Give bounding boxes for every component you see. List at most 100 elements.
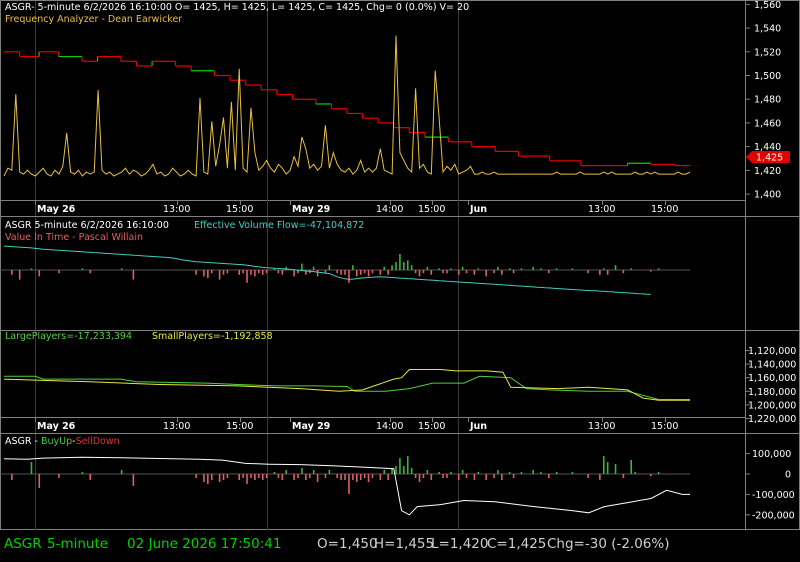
buyup-tick-label: -200,000	[752, 510, 795, 521]
status-interval: 5-minute	[47, 536, 109, 552]
histogram-bar	[367, 270, 370, 277]
histogram-bar	[81, 268, 84, 270]
histogram-bar	[395, 466, 397, 474]
histogram-bar	[308, 474, 311, 478]
histogram-bar	[218, 474, 221, 482]
histogram-bar	[340, 474, 342, 480]
histogram-bar	[328, 265, 331, 270]
histogram-bar	[540, 472, 542, 474]
players-tick-label: 1,220,000	[748, 414, 796, 425]
histogram-bar	[403, 466, 405, 474]
histogram-bar	[657, 268, 660, 270]
histogram-bar	[599, 474, 601, 480]
players-series	[3, 369, 690, 401]
histogram-bar	[379, 474, 382, 480]
large-players-line	[4, 375, 690, 400]
histogram-bar	[548, 270, 550, 274]
histogram-bar	[81, 472, 84, 474]
histogram-bar	[30, 462, 33, 474]
histogram-bar	[301, 468, 303, 474]
histogram-bar	[356, 474, 358, 482]
players-tick-label: 1,120,000	[748, 346, 796, 357]
histogram-bar	[501, 270, 503, 275]
buyup-tick-label: -100,000	[752, 490, 795, 501]
histogram-bar	[371, 474, 374, 478]
histogram-bar	[218, 270, 221, 280]
price-series	[4, 51, 690, 167]
histogram-bar	[430, 270, 433, 275]
histogram-bar	[210, 270, 213, 274]
histogram-bar	[399, 458, 401, 474]
histogram-bar	[414, 474, 417, 478]
histogram-bar	[340, 270, 342, 275]
histogram-bar	[630, 268, 632, 270]
time-tick-label: 14:00	[376, 204, 403, 215]
histogram-bar	[348, 270, 350, 283]
status-bar: ASGR 5-minute 02 June 2026 17:50:41 O=1,…	[0, 530, 800, 562]
histogram-bar	[614, 464, 617, 474]
histogram-bar	[195, 270, 197, 275]
histogram-bar	[281, 270, 284, 275]
panel2-indicator-title: Value In Time - Pascal Willain	[5, 232, 143, 243]
histogram-bar	[277, 474, 280, 478]
histogram-bar	[461, 266, 464, 270]
histogram-bar	[238, 474, 240, 480]
histogram-bar	[403, 262, 405, 270]
price-tick-label: 1,480	[754, 95, 781, 106]
histogram-bar	[485, 270, 487, 277]
time-tick-label: 13:00	[588, 204, 615, 215]
histogram-bar	[336, 270, 338, 274]
time-tick-label: May 26	[37, 204, 76, 215]
histogram-bar	[395, 262, 397, 270]
histogram-bar	[520, 472, 523, 474]
buyup-selldown-series	[3, 456, 690, 516]
histogram-bar	[387, 474, 389, 480]
histogram-bar	[532, 470, 534, 474]
histogram-bar	[457, 270, 460, 275]
buyup-selldown-histogram	[0, 456, 690, 494]
histogram-bar	[426, 266, 429, 270]
histogram-bar	[226, 270, 229, 274]
histogram-bar	[512, 270, 515, 274]
histogram-bar	[11, 270, 13, 275]
histogram-bar	[195, 474, 197, 478]
histogram-bar	[422, 270, 425, 274]
histogram-bar	[497, 470, 499, 474]
histogram-bar	[261, 474, 264, 480]
histogram-bar	[442, 474, 444, 478]
histogram-bar	[501, 474, 503, 480]
histogram-bar	[265, 474, 268, 478]
histogram-bar	[548, 474, 550, 478]
price-tick-label: 1,420	[754, 166, 781, 177]
histogram-bar	[207, 270, 209, 278]
histogram-bar	[363, 474, 366, 478]
histogram-bar	[387, 270, 389, 275]
players-axis: 1,120,000 1,140,000 1,160,000 1,180,000 1,20…	[745, 346, 796, 425]
histogram-bar	[422, 474, 425, 478]
histogram-bar	[450, 472, 452, 474]
price-tick-label: 1,500	[754, 71, 781, 82]
histogram-bar	[587, 474, 589, 478]
histogram-bar	[359, 474, 362, 480]
last-price-tag: 1,425	[746, 151, 790, 164]
histogram-bar	[497, 266, 499, 270]
histogram-bar	[261, 270, 264, 275]
histogram-bar	[532, 266, 534, 270]
histogram-bar	[477, 472, 480, 474]
histogram-bar	[356, 270, 358, 277]
histogram-bar	[418, 270, 421, 277]
players-tick-label: 1,180,000	[748, 387, 796, 398]
histogram-bar	[606, 462, 609, 474]
chart-canvas: 1,5601,5401,5201,5001,4801,4601,4401,420…	[0, 0, 800, 530]
buyup-selldown-line	[3, 456, 690, 516]
histogram-bar	[250, 474, 252, 478]
histogram-bar	[250, 270, 252, 275]
histogram-bar	[293, 270, 295, 277]
histogram-bar	[391, 265, 393, 270]
histogram-bar	[210, 474, 213, 480]
histogram-bar	[120, 268, 123, 270]
histogram-bar	[493, 474, 495, 478]
panel4-label-prefix: ASGR -	[5, 436, 41, 447]
price-axis: 1,5601,5401,5201,5001,4801,4601,4401,420…	[745, 0, 781, 201]
histogram-bar	[293, 474, 295, 480]
